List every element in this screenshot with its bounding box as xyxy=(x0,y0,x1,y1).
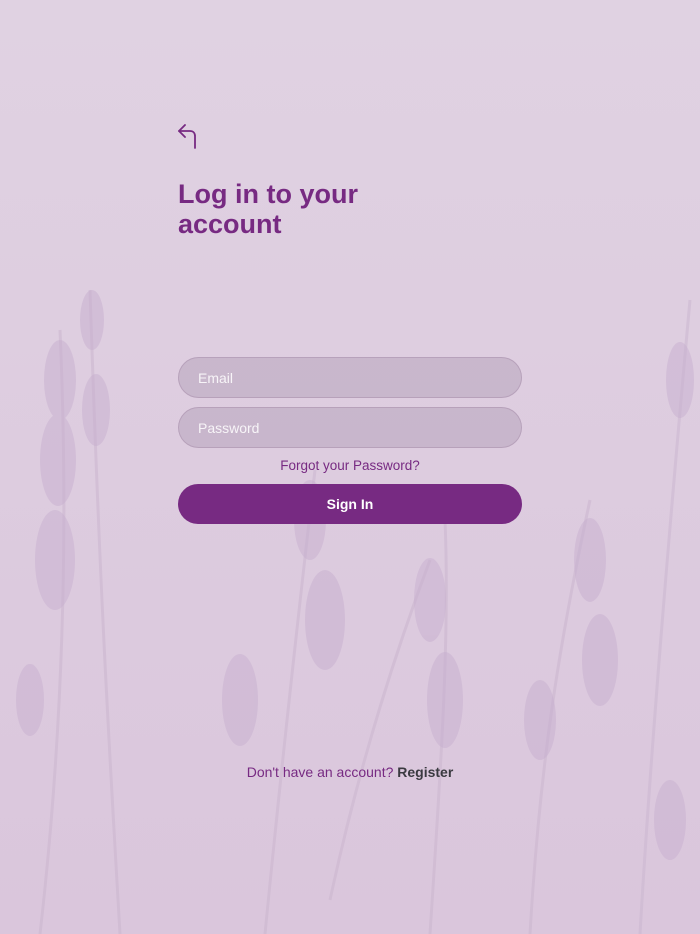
password-field[interactable] xyxy=(178,407,522,448)
email-field[interactable] xyxy=(178,357,522,398)
forgot-password-link[interactable]: Forgot your Password? xyxy=(178,458,522,473)
back-button[interactable] xyxy=(176,123,200,149)
back-arrow-icon xyxy=(178,124,196,149)
register-prompt: Don't have an account? xyxy=(246,764,394,780)
page-title: Log in to your account xyxy=(178,179,358,239)
sign-in-button[interactable]: Sign In xyxy=(178,484,522,524)
register-row: Don't have an account? Register xyxy=(0,764,700,780)
register-link[interactable]: Register xyxy=(397,764,453,780)
